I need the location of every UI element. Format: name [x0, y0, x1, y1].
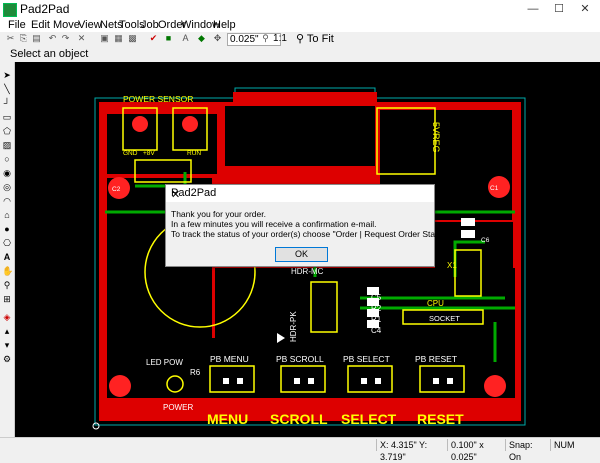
label-power-sensor: POWER SENSOR	[123, 94, 193, 104]
dialog-line-1: Thank you for your order.	[171, 209, 266, 219]
status-bar: X: 4.315" Y: 3.719" 0.100" x 0.025" Snap…	[0, 437, 600, 462]
title-bar: Pad2Pad — ☐ ✕	[0, 0, 600, 19]
num-lock-indicator: NUM	[550, 439, 582, 451]
label-hdr-pk: HDR-PK	[289, 311, 298, 342]
dialog-title-bar: Pad2Pad ✕	[166, 185, 434, 202]
paste-icon[interactable]: ▤	[31, 33, 42, 44]
undo-icon[interactable]: ↶	[47, 33, 58, 44]
label-reset: RESET	[417, 411, 464, 427]
label-c1: C1	[490, 185, 499, 192]
zoom-fit-label: To Fit	[306, 33, 334, 45]
menu-help[interactable]: Help	[213, 18, 236, 32]
hole-tool-icon[interactable]: ●	[2, 224, 12, 234]
label-x1: X1	[447, 261, 457, 270]
label-5vreg: 5VREG	[431, 122, 441, 153]
layer-bottom-icon[interactable]: ▾	[2, 340, 12, 350]
delete-icon[interactable]: ✕	[76, 33, 87, 44]
label-pb-select: PB SELECT	[343, 354, 390, 364]
maximize-button[interactable]: ☐	[546, 0, 572, 18]
polygon-tool-icon[interactable]: ⬠	[2, 126, 12, 136]
dim-tool-icon[interactable]: ⊞	[2, 294, 12, 304]
zoom-to-fit-button[interactable]: ⚲ To Fit	[296, 32, 334, 46]
toolbar: ✂ ⎘ ▤ ↶ ↷ ✕ ▣ ▦ ▩ ✔ ■ A ◆ ✥ 0.025" ⚲ 1:1…	[0, 32, 600, 47]
measure-tool-icon[interactable]: ✋	[2, 266, 13, 276]
ok-button[interactable]: OK	[275, 247, 328, 262]
component-tool-icon[interactable]: ⎔	[2, 238, 12, 248]
layer-top-icon[interactable]: ▴	[2, 326, 12, 336]
text-tool-icon[interactable]: A	[2, 252, 12, 262]
label-c5: C5	[371, 293, 382, 302]
label-c2: C2	[112, 186, 121, 193]
label-scroll: SCROLL	[270, 411, 328, 427]
redo-icon[interactable]: ↷	[60, 33, 71, 44]
layer-stack-icon[interactable]: ◈	[2, 312, 12, 322]
origin-marker	[92, 422, 100, 430]
pointer-icon[interactable]: ➤	[2, 70, 12, 80]
order-confirmation-dialog: Pad2Pad ✕ Thank you for your order. In a…	[165, 184, 452, 267]
rect-tool-icon[interactable]: ▭	[2, 112, 12, 122]
label-pb-reset: PB RESET	[415, 354, 457, 364]
zoom-ratio-button[interactable]: 1:1	[272, 33, 288, 44]
copy-icon[interactable]: ⎘	[18, 33, 29, 44]
label-c4: C4	[371, 326, 382, 335]
order-icon[interactable]: ◆	[196, 33, 207, 44]
coordinates-readout: X: 4.315" Y: 3.719"	[376, 439, 444, 462]
label-gnd: GND	[123, 150, 138, 157]
zoom-icon[interactable]: ⚲	[260, 33, 271, 44]
hint-text: Select an object	[10, 48, 89, 60]
app-icon	[3, 3, 17, 17]
snap-readout: Snap: On	[505, 439, 547, 462]
pad-tool-icon[interactable]: ◉	[2, 168, 12, 178]
label-pb-scroll: PB SCROLL	[276, 354, 324, 364]
label-power: POWER	[163, 403, 193, 412]
label-r6: R6	[190, 368, 201, 377]
check-icon[interactable]: ✔	[148, 33, 159, 44]
label-r2: R2	[371, 304, 382, 313]
grid-readout: 0.100" x 0.025"	[447, 439, 503, 462]
drc-icon[interactable]: ■	[163, 33, 174, 44]
label-8v: +8V	[143, 150, 155, 157]
line-tool-icon[interactable]: ╲	[2, 84, 12, 94]
cut-icon[interactable]: ✂	[5, 33, 16, 44]
via-tool-icon[interactable]: ◎	[2, 182, 12, 192]
menu-bar: File Edit Move View Nets Tools Job Order…	[0, 18, 600, 32]
label-cpu: CPU	[427, 299, 444, 308]
move-icon[interactable]: ✥	[212, 33, 223, 44]
hint-bar: Select an object	[0, 46, 600, 63]
label-c6: C6	[481, 237, 490, 244]
dialog-line-3: To track the status of your order(s) cho…	[171, 229, 452, 239]
menu-edit[interactable]: Edit	[31, 18, 50, 32]
label-socket: SOCKET	[429, 314, 460, 323]
menu-job[interactable]: Job	[141, 18, 159, 32]
label-menu: MENU	[207, 411, 248, 427]
label-r1: R1	[371, 315, 382, 324]
layers-icon[interactable]: ▣	[99, 33, 110, 44]
label-led-pow: LED POW	[146, 358, 183, 367]
label-run: RUN	[187, 150, 201, 157]
window-title: Pad2Pad	[20, 2, 70, 16]
minimize-button[interactable]: —	[520, 0, 546, 18]
shape-tool-icon[interactable]: ⌂	[2, 210, 12, 220]
label-pb-menu: PB MENU	[210, 354, 249, 364]
menu-move[interactable]: Move	[53, 18, 80, 32]
circle-tool-icon[interactable]: ○	[2, 154, 12, 164]
trace-tool-icon[interactable]: ┘	[2, 98, 12, 108]
tool-settings-icon[interactable]: ⚙	[2, 354, 12, 364]
zoom-tool-icon[interactable]: ⚲	[2, 280, 12, 290]
group-icon[interactable]: ▦	[113, 33, 124, 44]
dialog-close-button[interactable]: ✕	[171, 187, 428, 204]
fill-tool-icon[interactable]: ▨	[2, 140, 12, 150]
label-select: SELECT	[341, 411, 397, 427]
menu-view[interactable]: View	[78, 18, 102, 32]
arc-tool-icon[interactable]: ◠	[2, 196, 12, 206]
menu-file[interactable]: File	[8, 18, 26, 32]
left-toolbar: ➤ ╲ ┘ ▭ ⬠ ▨ ○ ◉ ◎ ◠ ⌂ ● ⎔ A ✋ ⚲ ⊞ ◈ ▴ ▾ …	[0, 62, 15, 437]
zoom-fit-icon: ⚲	[296, 33, 307, 45]
text-icon[interactable]: A	[180, 33, 191, 44]
grid-icon[interactable]: ▩	[127, 33, 138, 44]
close-button[interactable]: ✕	[572, 0, 598, 18]
dialog-line-2: In a few minutes you will receive a conf…	[171, 219, 377, 229]
label-hdr-mc: HDR-MC	[291, 267, 324, 276]
